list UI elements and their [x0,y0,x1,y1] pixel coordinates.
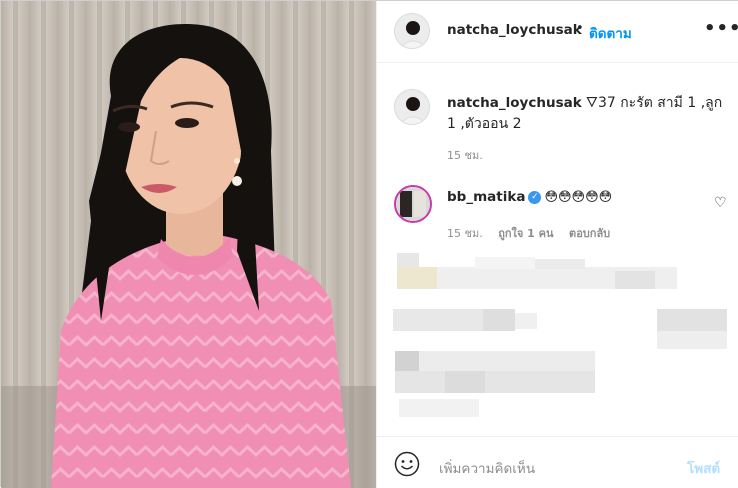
post-button[interactable]: โพสต์ [687,457,720,479]
pixelated-comments [385,249,735,424]
comment-timestamp[interactable]: 15 ชม. [447,227,483,240]
comment-likes-count[interactable]: ถูกใจ 1 คน [498,227,553,240]
heart-icon[interactable]: ♡ [714,195,727,211]
commenter-avatar[interactable] [394,185,432,223]
post-sidebar: natcha_loychusak • ติดตาม ••• natcha_loy… [376,1,738,488]
comment-input[interactable]: เพิ่มความคิดเห็น [439,457,535,479]
caption-avatar[interactable] [394,89,430,125]
comment-composer: เพิ่มความคิดเห็น โพสต์ [377,436,738,488]
caption-text-block: natcha_loychusak 🜄37 กะรัต สามี 1 ,ลูก 1 … [447,93,732,135]
post-window: natcha_loychusak • ติดตาม ••• natcha_loy… [0,0,738,488]
author-username[interactable]: natcha_loychusak [447,22,582,38]
commenter-username[interactable]: bb_matika [447,189,525,205]
emoji-icon[interactable] [394,451,420,477]
separator-dot: • [576,21,584,36]
author-avatar[interactable] [394,13,430,49]
comment-text: 😳😳😳😳😳 [544,190,613,205]
follow-button[interactable]: ติดตาม [589,22,632,44]
comment-meta: 15 ชม. ถูกใจ 1 คน ตอบกลับ [447,224,622,242]
reply-button[interactable]: ตอบกลับ [569,227,610,240]
verified-badge-icon: ✓ [528,190,542,204]
more-options-icon[interactable]: ••• [704,18,738,39]
post-photo[interactable] [1,1,376,488]
comment-row: bb_matika ✓ 😳😳😳😳😳 [447,189,612,205]
post-header: natcha_loychusak • ติดตาม ••• [377,1,738,63]
caption-username[interactable]: natcha_loychusak [447,95,582,111]
caption-timestamp[interactable]: 15 ชม. [447,146,483,164]
